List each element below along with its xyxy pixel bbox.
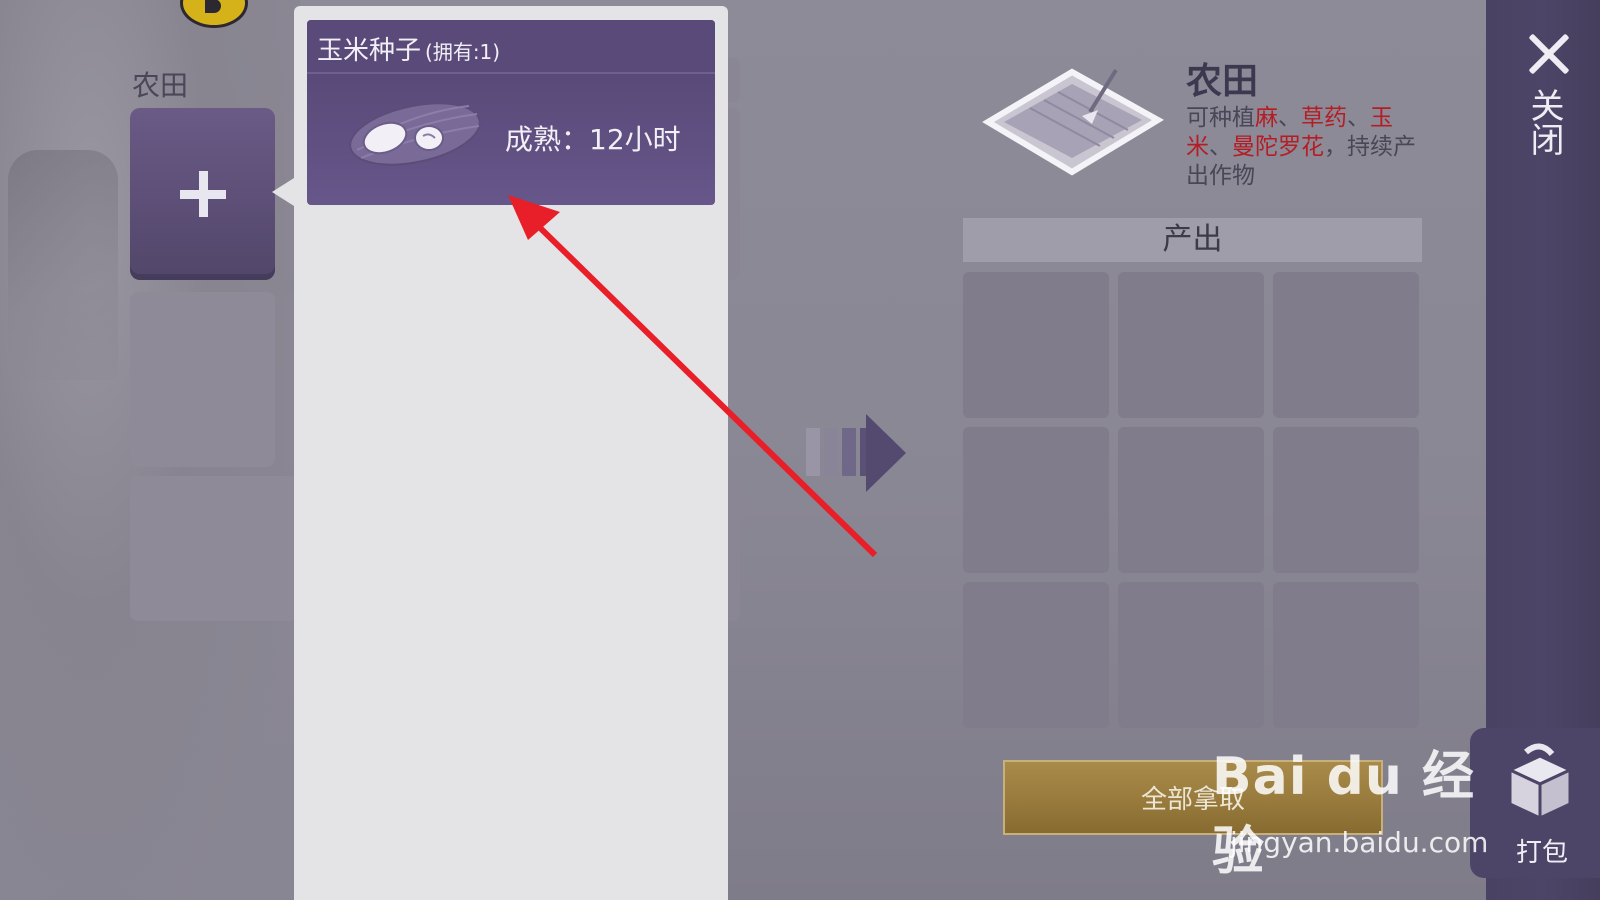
farm-field-icon (982, 68, 1164, 176)
output-slot[interactable] (963, 272, 1109, 418)
close-button[interactable]: 关闭 (1518, 26, 1574, 180)
pack-label: 打包 (1516, 838, 1569, 868)
desc-sep: 、 (1209, 134, 1232, 160)
farm-info-description: 可种植麻、草药、玉米、曼陀罗花，持续产出作物 (1186, 104, 1416, 191)
output-slot[interactable] (1118, 427, 1264, 573)
maturity-time: 成熟：12小时 (505, 123, 681, 156)
corn-seed-item[interactable]: 玉米种子 (拥有:1) 成熟：12小时 (307, 20, 715, 205)
seed-card-header: 玉米种子 (拥有:1) (307, 20, 715, 74)
flow-arrow-icon (806, 414, 906, 492)
crop-herb: 草药 (1301, 105, 1347, 131)
pack-box-icon (1506, 743, 1574, 821)
seed-name: 玉米种子 (拥有:1) (317, 30, 500, 67)
output-header: 产出 (963, 218, 1422, 262)
collect-all-button[interactable]: 全部拿取 (1003, 760, 1383, 835)
output-slot[interactable] (1118, 582, 1264, 728)
pack-button[interactable]: 打包 (1470, 728, 1600, 878)
output-slot[interactable] (1273, 582, 1419, 728)
farm-info-title: 农田 (1186, 61, 1259, 102)
crop-hemp: 麻 (1255, 105, 1278, 131)
add-farm-slot-button[interactable] (130, 108, 275, 280)
close-label: 关闭 (1524, 88, 1564, 156)
output-grid (963, 272, 1425, 730)
desc-prefix: 可种植 (1186, 105, 1255, 131)
farm-slot[interactable] (130, 292, 275, 467)
output-slot[interactable] (963, 427, 1109, 573)
output-slot[interactable] (1273, 272, 1419, 418)
farm-list-title: 农田 (132, 69, 189, 102)
desc-sep: 、 (1278, 105, 1301, 131)
collect-all-label: 全部拿取 (1140, 785, 1245, 815)
close-icon (1528, 32, 1568, 72)
crop-datura: 曼陀罗花 (1232, 134, 1324, 160)
seed-name-text: 玉米种子 (317, 36, 422, 66)
popup-pointer (272, 178, 294, 206)
output-slot[interactable] (1118, 272, 1264, 418)
farm-slot[interactable] (130, 476, 298, 621)
seed-owned-count: (拥有:1) (425, 40, 501, 64)
corn-seed-icon (349, 102, 481, 166)
background-character (8, 150, 118, 380)
output-slot[interactable] (963, 582, 1109, 728)
output-slot[interactable] (1273, 427, 1419, 573)
plus-icon (179, 171, 226, 217)
desc-sep: 、 (1347, 105, 1370, 131)
